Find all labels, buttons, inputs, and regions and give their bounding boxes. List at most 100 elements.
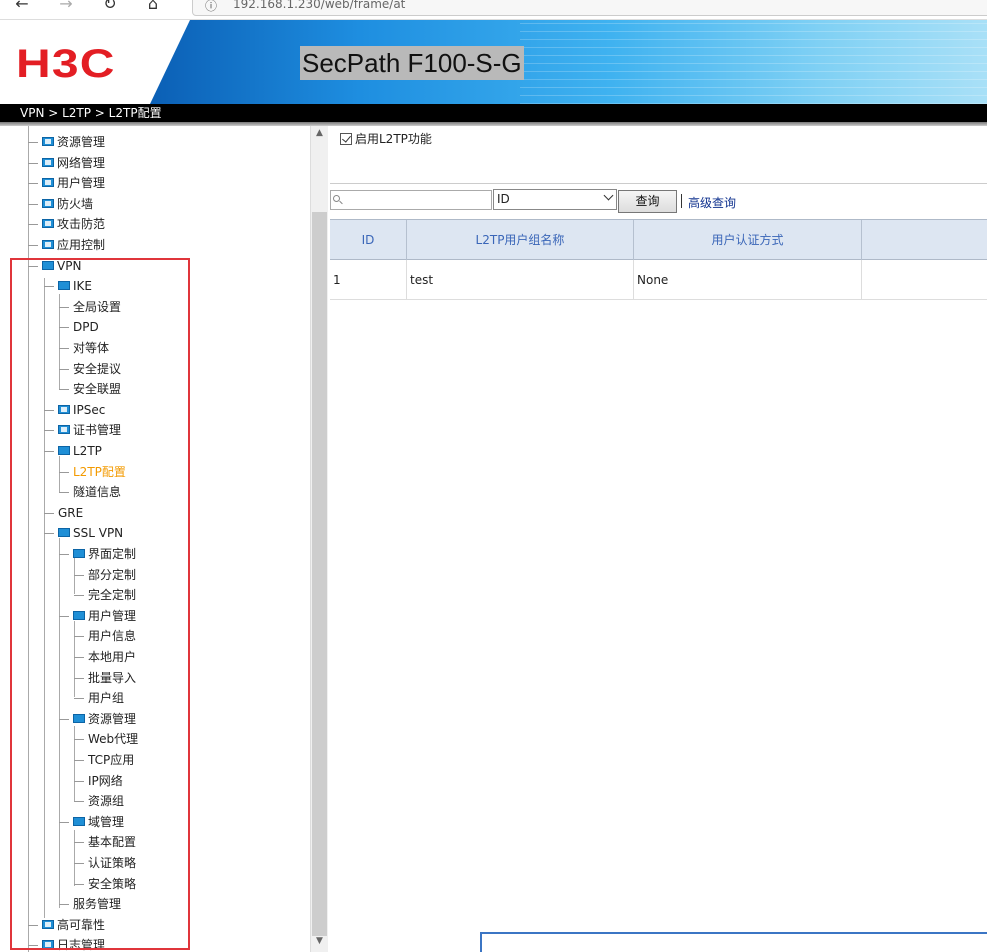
folder-closed-icon[interactable] xyxy=(42,219,54,229)
sidebar-item-label: L2TP配置 xyxy=(73,464,126,479)
sidebar-item[interactable]: 资源管理 xyxy=(59,709,136,729)
sidebar-item[interactable]: 界面定制 xyxy=(59,544,136,564)
sidebar-item[interactable]: 对等体 xyxy=(59,338,109,358)
tree-branch xyxy=(28,183,38,185)
sidebar-item[interactable]: 防火墙 xyxy=(28,194,93,214)
sidebar-scrollbar[interactable]: ▲ ▼ xyxy=(310,126,328,952)
sidebar-item[interactable]: 隧道信息 xyxy=(59,482,121,502)
scroll-thumb[interactable] xyxy=(312,212,327,936)
sidebar-item[interactable]: VPN xyxy=(28,256,81,276)
tree-branch xyxy=(74,677,84,679)
folder-closed-icon[interactable] xyxy=(58,404,70,414)
sidebar-item[interactable]: 域管理 xyxy=(59,812,124,832)
advanced-query-link[interactable]: 高级查询 xyxy=(688,194,736,211)
arrow-left-icon[interactable]: ← xyxy=(12,0,32,14)
sidebar-item[interactable]: 资源管理 xyxy=(28,132,105,152)
query-button[interactable]: 查询 xyxy=(618,190,677,213)
sidebar-item[interactable]: 本地用户 xyxy=(74,647,136,667)
tree-branch xyxy=(44,409,54,411)
sidebar-item[interactable]: DPD xyxy=(59,317,99,337)
sidebar-item[interactable]: 网络管理 xyxy=(28,153,105,173)
sidebar-item-label: TCP应用 xyxy=(88,753,135,767)
sidebar-item[interactable]: 基本配置 xyxy=(74,832,136,852)
tree-branch xyxy=(59,718,69,720)
sidebar-item-label: VPN xyxy=(57,258,82,273)
folder-open-icon[interactable] xyxy=(73,713,85,723)
table-row[interactable]: 1 test None xyxy=(330,260,987,300)
sidebar-item[interactable]: 安全提议 xyxy=(59,359,121,379)
tree-branch xyxy=(59,306,69,308)
sidebar-item[interactable]: IP网络 xyxy=(74,771,123,791)
sidebar-item[interactable]: IKE xyxy=(44,276,92,296)
tree-branch xyxy=(28,924,38,926)
folder-closed-icon[interactable] xyxy=(42,919,54,929)
folder-closed-icon[interactable] xyxy=(42,178,54,188)
search-field-select[interactable]: ID xyxy=(493,189,617,210)
enable-l2tp-row[interactable]: 启用L2TP功能 xyxy=(340,132,432,146)
folder-closed-icon[interactable] xyxy=(42,940,54,950)
url-text: 192.168.1.230/web/frame/at xyxy=(233,0,406,11)
home-icon[interactable]: ⌂ xyxy=(143,0,163,14)
app-header: H3C SecPath F100-S-G xyxy=(0,20,987,104)
sidebar-item[interactable]: IPSec xyxy=(44,400,105,420)
sidebar-item[interactable]: 资源组 xyxy=(74,791,124,811)
sidebar-item[interactable]: 用户管理 xyxy=(28,173,105,193)
scroll-up-icon[interactable]: ▲ xyxy=(311,128,328,142)
sidebar-item[interactable]: L2TP配置 xyxy=(59,462,126,482)
sidebar-item-label: Web代理 xyxy=(88,732,139,747)
column-header-group-name[interactable]: L2TP用户组名称 xyxy=(407,220,634,260)
reload-icon[interactable]: ↻ xyxy=(100,0,120,14)
search-input[interactable] xyxy=(330,190,492,210)
folder-open-icon[interactable] xyxy=(73,549,85,558)
folder-open-icon[interactable] xyxy=(73,816,85,826)
sidebar-item[interactable]: 完全定制 xyxy=(74,585,136,605)
tree-branch xyxy=(74,636,84,638)
tree-branch xyxy=(28,245,38,246)
address-bar[interactable]: ⓘ 192.168.1.230/web/frame/at xyxy=(192,0,987,16)
sidebar-item[interactable]: SSL VPN xyxy=(44,523,123,543)
tree-branch xyxy=(74,760,84,761)
sidebar-item[interactable]: 用户管理 xyxy=(59,606,136,626)
arrow-right-icon[interactable]: → xyxy=(56,0,76,14)
folder-open-icon[interactable] xyxy=(58,446,70,455)
sidebar-item[interactable]: L2TP xyxy=(44,441,102,461)
sidebar-item[interactable]: 安全策略 xyxy=(74,874,136,894)
sidebar-item[interactable]: 服务管理 xyxy=(59,894,121,914)
tree-branch xyxy=(74,574,84,576)
tree-branch xyxy=(74,863,84,864)
folder-closed-icon[interactable] xyxy=(58,425,70,435)
sidebar-item[interactable]: Web代理 xyxy=(74,729,138,749)
sidebar-item[interactable]: 部分定制 xyxy=(74,565,136,585)
sidebar-item[interactable]: TCP应用 xyxy=(74,750,134,770)
tree-branch xyxy=(74,883,84,885)
sidebar-item[interactable]: 用户组 xyxy=(74,688,124,708)
sidebar-item[interactable]: 攻击防范 xyxy=(28,214,105,234)
column-header-id[interactable]: ID xyxy=(330,220,407,260)
info-icon[interactable]: ⓘ xyxy=(205,0,217,14)
sidebar-item[interactable]: 证书管理 xyxy=(44,420,121,440)
sidebar-item[interactable]: 日志管理 xyxy=(28,935,105,952)
sidebar-item[interactable]: 安全联盟 xyxy=(59,379,121,399)
folder-open-icon[interactable] xyxy=(58,528,70,538)
sidebar-item[interactable]: 批量导入 xyxy=(74,668,136,688)
sidebar-item[interactable]: 全局设置 xyxy=(59,297,121,317)
sidebar-item[interactable]: 认证策略 xyxy=(74,853,136,873)
folder-open-icon[interactable] xyxy=(42,260,54,270)
folder-closed-icon[interactable] xyxy=(42,137,54,146)
folder-closed-icon[interactable] xyxy=(42,157,54,167)
sidebar-item[interactable]: GRE xyxy=(44,503,83,523)
scroll-down-icon[interactable]: ▼ xyxy=(311,936,328,950)
column-header-auth-method[interactable]: 用户认证方式 xyxy=(634,220,862,260)
tree-branch xyxy=(74,657,84,658)
sidebar-item[interactable]: 用户信息 xyxy=(74,626,136,646)
sidebar-item[interactable]: 应用控制 xyxy=(28,235,105,255)
tree-branch xyxy=(59,327,69,329)
column-header-operation xyxy=(862,220,987,260)
folder-open-icon[interactable] xyxy=(73,610,85,620)
sidebar-item-label: 部分定制 xyxy=(88,567,137,582)
sidebar-item[interactable]: 高可靠性 xyxy=(28,915,105,935)
enable-l2tp-checkbox[interactable] xyxy=(340,132,352,145)
folder-open-icon[interactable] xyxy=(58,281,70,291)
folder-closed-icon[interactable] xyxy=(42,198,54,208)
folder-closed-icon[interactable] xyxy=(42,240,54,249)
